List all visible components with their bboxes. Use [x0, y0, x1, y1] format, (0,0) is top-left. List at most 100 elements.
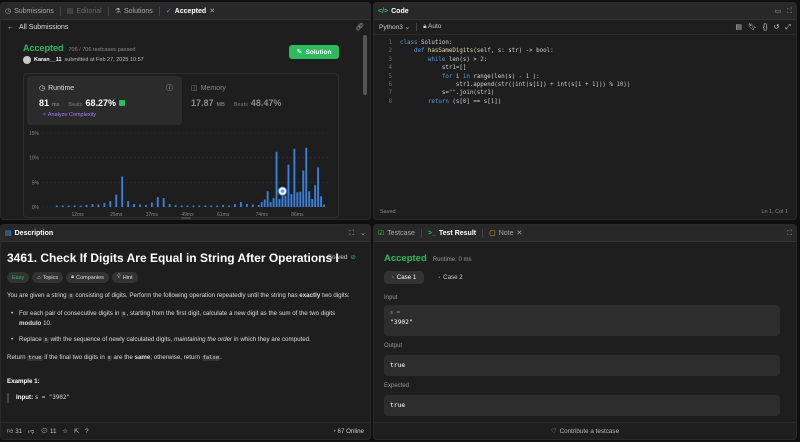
bar[interactable] — [186, 205, 189, 207]
memory-card[interactable]: ◫ Memory — [191, 85, 226, 92]
bar[interactable] — [198, 205, 201, 207]
bar[interactable] — [91, 204, 94, 207]
bar[interactable] — [269, 202, 272, 207]
comments-button[interactable]: 💬︎ 11 — [40, 427, 56, 435]
bookmark-icon[interactable]: 🔖︎ — [748, 24, 757, 31]
bar[interactable] — [144, 205, 147, 207]
contribute-testcase-link[interactable]: ♡ Contribute a testcase — [374, 422, 796, 439]
scrollbar[interactable] — [363, 35, 367, 95]
tab-editorial[interactable]: ▤ Editorial — [67, 8, 102, 15]
arrow-left-icon[interactable]: ← — [7, 24, 14, 31]
tab-code[interactable]: </> Code — [378, 8, 409, 15]
help-icon[interactable]: ? — [85, 428, 88, 435]
case-1-tab[interactable]: • Case 1 — [384, 271, 425, 284]
like-button[interactable]: 👍︎ 31 — [7, 427, 22, 435]
bar[interactable] — [121, 176, 124, 207]
star-icon[interactable]: ☆ — [62, 428, 68, 435]
difficulty-badge[interactable]: Easy — [7, 272, 30, 283]
bar[interactable] — [85, 205, 88, 207]
avatar[interactable] — [23, 56, 31, 64]
tab-testcase[interactable]: ☑ Testcase — [378, 230, 415, 237]
bar[interactable] — [293, 148, 296, 207]
bar[interactable] — [320, 196, 323, 207]
bar[interactable] — [168, 204, 171, 207]
bar[interactable] — [133, 204, 135, 207]
close-icon[interactable]: ✕ — [209, 8, 215, 15]
bar[interactable] — [281, 196, 284, 207]
minimize-icon[interactable]: ▭ — [774, 8, 781, 15]
bar[interactable] — [311, 199, 314, 207]
bar[interactable] — [257, 205, 260, 207]
runtime-card[interactable]: ◷ Runtime ⓘ 81 ms Beats 68.27% ✧ Analyze… — [27, 76, 182, 125]
bar[interactable] — [296, 192, 299, 207]
auto-toggle[interactable]: 🔒︎ Auto — [423, 23, 441, 31]
bar[interactable] — [127, 201, 130, 207]
bar[interactable] — [234, 204, 236, 207]
bar[interactable] — [222, 205, 225, 207]
bar[interactable] — [266, 191, 269, 207]
bar[interactable] — [216, 205, 219, 207]
bar[interactable] — [299, 191, 302, 207]
bar[interactable] — [245, 204, 248, 207]
runtime-distribution-chart[interactable]: 15%10%5%0%12ms 25ms 37ms 49ms 61ms 74ms 86ms — [24, 129, 340, 220]
code-line[interactable]: 5 for i in range(len(s) - 1 ): — [378, 73, 630, 81]
bar[interactable] — [228, 205, 230, 207]
bar[interactable] — [251, 204, 254, 207]
tab-accepted[interactable]: ✓ Accepted ✕ — [166, 8, 215, 15]
bar[interactable] — [103, 203, 106, 207]
language-select[interactable]: Python3 ⌄ — [379, 23, 410, 31]
horizontal-scrollbar[interactable] — [6, 215, 366, 219]
analyze-complexity-link[interactable]: ✧ Analyze Complexity — [42, 112, 96, 118]
bar[interactable] — [162, 198, 165, 207]
maximize-icon[interactable]: ⛶ — [787, 8, 792, 15]
tab-submissions[interactable]: ◷ Submissions — [5, 8, 54, 15]
username[interactable]: Karan__11 — [34, 57, 62, 63]
bar[interactable] — [323, 204, 326, 207]
share-icon[interactable]: ⇱ — [74, 428, 79, 435]
hint-chip[interactable]: 💡︎ Hint — [111, 272, 138, 283]
tab-note[interactable]: ▢ Note ✕ — [489, 230, 522, 237]
tab-description[interactable]: ▤ Description — [5, 230, 53, 237]
expand-icon[interactable]: ⤢ — [785, 24, 791, 31]
bar[interactable] — [61, 205, 64, 207]
bar[interactable] — [139, 204, 141, 207]
code-line[interactable]: 2 def hasSameDigits (self, s: str) -> boo… — [378, 47, 630, 55]
bar[interactable] — [287, 164, 290, 207]
tab-solutions[interactable]: ⚗ Solutions — [115, 8, 153, 15]
braces-icon[interactable]: {} — [763, 24, 768, 31]
bar[interactable] — [278, 199, 281, 207]
companies-chip[interactable]: 🔒︎ Companies — [66, 272, 109, 283]
bar[interactable] — [156, 197, 159, 207]
code-editor[interactable]: 1 class Solution: 2 def hasSameDigits (self… — [378, 39, 631, 106]
solution-button[interactable]: ✎ Solution — [289, 45, 339, 59]
bar[interactable] — [73, 205, 76, 207]
bar[interactable] — [260, 202, 263, 207]
link-icon[interactable]: 🔗︎ — [355, 24, 364, 31]
bar[interactable] — [284, 195, 287, 207]
bar[interactable] — [272, 198, 275, 207]
tab-test-result[interactable]: >_ Test Result — [428, 230, 476, 237]
chevron-down-icon[interactable]: ⌄ — [360, 230, 366, 237]
all-submissions-link[interactable]: All Submissions — [19, 24, 68, 31]
maximize-icon[interactable]: ⛶ — [787, 230, 792, 237]
bar[interactable] — [239, 202, 242, 207]
code-line[interactable]: 1 class Solution: — [378, 39, 630, 47]
topics-chip[interactable]: ⌂ Topics — [32, 272, 64, 283]
bar[interactable] — [150, 202, 153, 207]
code-line[interactable]: 4 str1=[] — [378, 64, 630, 72]
reset-icon[interactable]: ↺ — [774, 24, 780, 31]
bar[interactable] — [192, 205, 195, 207]
case-2-tab[interactable]: • Case 2 — [430, 271, 470, 284]
bar[interactable] — [115, 194, 118, 207]
code-line[interactable]: 7 s= "" .join(str1) — [378, 89, 630, 97]
bar[interactable] — [55, 205, 58, 207]
code-line[interactable]: 6 str1.append(str((int(s[i]) + int(s[i +… — [378, 81, 631, 89]
maximize-icon[interactable]: ⛶ — [349, 230, 354, 237]
bar[interactable] — [174, 205, 177, 207]
bar[interactable] — [314, 185, 317, 207]
bar[interactable] — [308, 191, 311, 207]
bar[interactable] — [79, 205, 82, 207]
bar[interactable] — [317, 167, 320, 207]
bar[interactable] — [290, 194, 293, 207]
bar[interactable] — [109, 201, 112, 207]
